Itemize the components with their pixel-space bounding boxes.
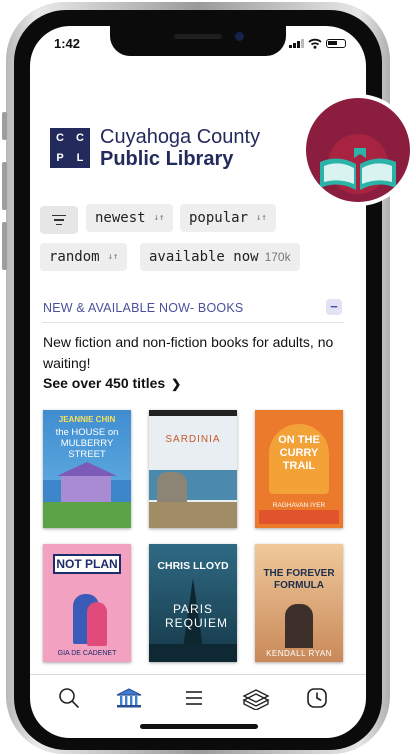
filter-icon	[52, 214, 66, 226]
chip-label: available now	[149, 249, 259, 265]
book-cover[interactable]: JEANNIE CHIN the HOUSE on MULBERRY STREE…	[43, 410, 131, 528]
book-author: JEANNIE CHIN	[58, 415, 116, 424]
signal-icon	[289, 39, 304, 48]
book-title: SARDINIA	[165, 434, 221, 445]
tab-library[interactable]	[114, 686, 144, 710]
see-all-link[interactable]: See over 450 titles ❯	[43, 375, 181, 391]
logo-letter: P	[56, 152, 64, 164]
shelf-icon	[242, 689, 270, 710]
logo-letter: C	[56, 132, 64, 144]
chevron-right-icon: ❯	[171, 377, 182, 391]
chip-label: newest	[95, 210, 146, 226]
chip-count: 170k	[264, 250, 291, 264]
battery-icon	[326, 39, 346, 48]
book-cover[interactable]: CHRIS LLOYD PARIS REQUIEM	[149, 544, 237, 662]
sort-arrows-icon: ↓↑	[256, 213, 267, 223]
search-icon	[59, 688, 79, 708]
tab-bar-divider	[30, 674, 366, 675]
book-title: ON THE CURRY TRAIL	[278, 434, 320, 472]
book-cover[interactable]: THE FOREVER FORMULA KENDALL RYAN	[255, 544, 343, 662]
status-time: 1:42	[54, 36, 81, 51]
tab-search[interactable]	[57, 686, 81, 710]
see-all-label: See over 450 titles	[43, 375, 166, 391]
book-title: PARIS REQUIEM	[165, 602, 229, 630]
phone-volume-up-button	[2, 162, 7, 210]
sort-newest-chip[interactable]: newest ↓↑	[86, 204, 174, 232]
logo-letter: L	[76, 152, 84, 164]
sort-arrows-icon: ↓↑	[153, 213, 165, 223]
logo-letter: C	[76, 132, 84, 144]
library-name: Cuyahoga County Public Library	[100, 126, 260, 170]
notch	[110, 26, 286, 56]
book-author: KENDALL RYAN	[266, 649, 332, 658]
book-icon	[320, 134, 396, 194]
library-name-line2: Public Library	[100, 148, 234, 170]
phone-volume-down-button	[2, 222, 7, 270]
available-now-chip[interactable]: available now 170k	[140, 243, 300, 271]
sort-popular-chip[interactable]: popular ↓↑	[180, 204, 276, 232]
book-cover[interactable]: ON THE CURRY TRAIL RAGHAVAN IYER	[255, 410, 343, 528]
section-title: NEW & AVAILABLE NOW- BOOKS	[43, 301, 244, 315]
library-logo: C C P L Cuyahoga County Public Library	[50, 126, 260, 170]
libby-app-icon	[302, 94, 414, 206]
library-name-line1: Cuyahoga County	[100, 126, 261, 148]
clock-icon	[307, 688, 327, 708]
home-indicator	[140, 724, 258, 729]
book-author: RAGHAVAN IYER	[272, 502, 326, 509]
book-cover[interactable]: NOT PLAN GIA DE CADENET	[43, 544, 131, 662]
tab-shelf[interactable]	[240, 686, 272, 710]
chip-label: popular	[189, 210, 249, 226]
book-title: the HOUSE on MULBERRY STREET	[55, 427, 119, 460]
library-icon	[116, 688, 142, 708]
tab-menu[interactable]	[182, 686, 206, 710]
filter-button[interactable]	[40, 206, 78, 234]
book-title: THE FOREVER FORMULA	[263, 568, 335, 591]
sort-arrows-icon: ↓↑	[107, 252, 119, 262]
sort-random-chip[interactable]: random ↓↑	[40, 243, 128, 271]
book-author: GIA DE CADENET	[57, 650, 117, 657]
phone-side-button	[2, 112, 7, 140]
book-title: NOT PLAN	[53, 554, 121, 574]
tab-history[interactable]	[305, 686, 329, 710]
front-camera	[235, 32, 244, 41]
section-description: New fiction and non-fiction books for ad…	[43, 334, 334, 371]
wifi-icon	[308, 38, 322, 49]
logo-monogram: C C P L	[50, 128, 90, 168]
chip-label: random	[49, 249, 100, 265]
speaker	[174, 34, 222, 39]
divider	[42, 322, 344, 323]
collapse-button[interactable]: −	[326, 299, 342, 315]
status-icons	[289, 38, 346, 49]
menu-icon	[186, 691, 202, 705]
book-author: CHRIS LLOYD	[157, 560, 229, 572]
book-cover[interactable]: SARDINIA	[149, 410, 237, 528]
